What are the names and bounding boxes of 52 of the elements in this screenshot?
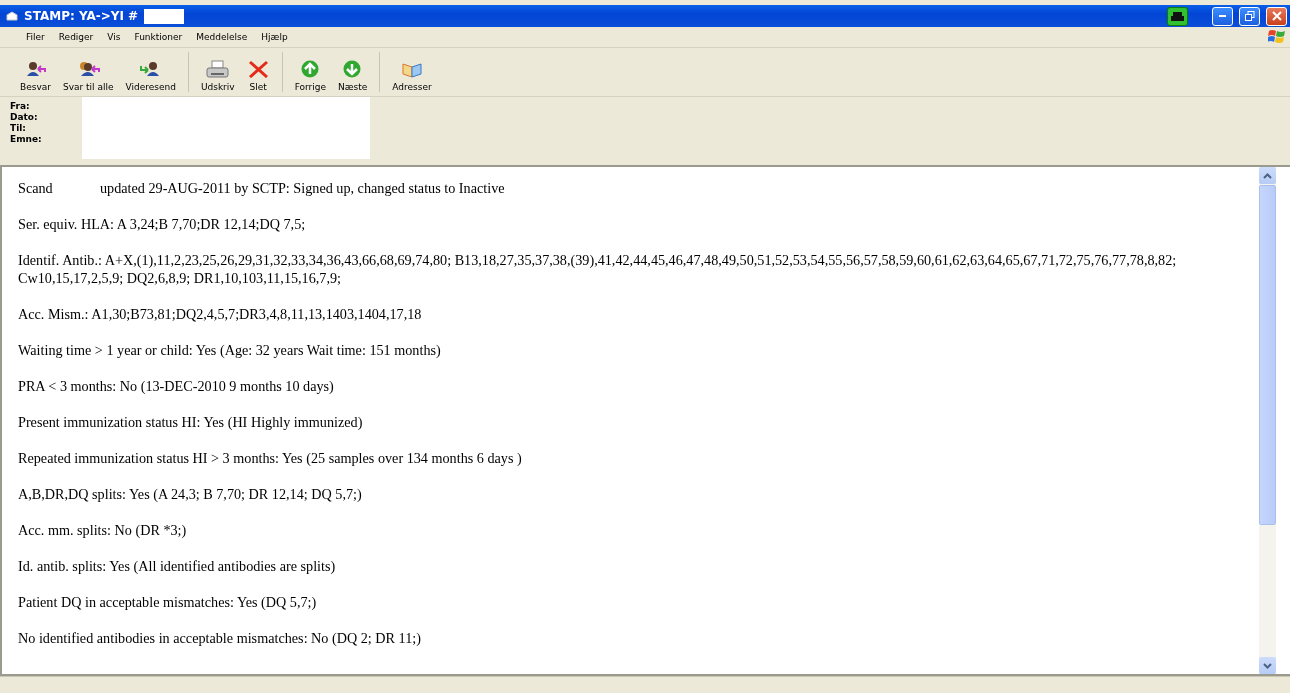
toolbar-button[interactable]: Forrige [288,48,332,96]
field-label: Emne: [10,134,43,145]
message-text: Id. antib. splits: Yes (All identified antibodies are splits) [18,558,336,574]
envelope-icon [6,11,18,21]
windows-flag-icon [1268,29,1286,45]
menu-item[interactable]: Vis [101,30,127,44]
message-text: Acc. mm. splits: No (DR *3;) [18,522,187,538]
toolbar-button[interactable]: Næste [332,48,374,96]
toolbar-button[interactable]: Slet [240,48,276,96]
message-text: Patient DQ in acceptable mismatches: Yes (DQ 5,7;) [18,594,317,610]
toolbar-button[interactable]: Svar til alle [56,48,120,96]
message-text: updated 29-AUG-2011 by SCTP: Signed up, changed status to Inactive [100,180,505,196]
toolbar-button[interactable]: Udskriv [194,48,241,96]
printer-button[interactable] [1167,6,1188,26]
message-text: Identif. Antib.: A+X,(1),11,2,23,25,26,29,31,32,33,34,36,43,66,68,69,74,80; B13,18,27,35,37,38,(39),41,42,44,45,46,47,48,49,50,51,52,53,54,55,56,57,58,59,60,61,62,63,64,65,67,71,72,75,76,77,78,8,82; Cw10,15,17,2,5,9; DQ2,6,8,9; DR1,10,103,11,15,16,7,9; [18,252,1177,286]
close-icon [1271,11,1282,21]
field-label: Til: [10,123,27,134]
scroll-up-button[interactable] [1259,167,1276,184]
toolbar-button[interactable]: Adresser [386,48,438,96]
message-text: Ser. equiv. HLA: A 3,24;B 7,70;DR 12,14;DQ 7,5; [18,216,306,232]
message-text: Repeated immunization status HI > 3 months: Yes (25 samples over 134 months 6 days ) [18,450,522,466]
minimize-icon [1219,15,1226,17]
message-text: Acc. Mism.: A1,30;B73,81;DQ2,4,5,7;DR3,4,8,11,13,1403,1404,17,18 [18,306,422,322]
close-button[interactable] [1266,6,1287,26]
printer-icon [1171,10,1184,22]
message-label: Scand [18,179,54,197]
scroll-thumb[interactable] [1259,185,1276,525]
message-text: PRA < 3 months: No (13-DEC-2010 9 months 10 days) [18,378,334,394]
menu-item[interactable]: Hjælp [255,30,294,44]
message-text: No identified antibodies in acceptable mismatches: No (DQ 2; DR 11;) [18,630,421,646]
menu-item[interactable]: Meddelelse [190,30,254,44]
chevron-down-icon [1263,662,1272,669]
menu-item[interactable]: Funktioner [128,30,189,44]
field-label: Fra: [10,101,31,112]
field-label: Dato: [10,112,39,123]
message-text: Present immunization status HI: Yes (HI Highly immunized) [18,414,363,430]
message-text: Waiting time > 1 year or child: Yes (Age: 32 years Wait time: 151 months) [18,342,441,358]
menu-item[interactable]: Rediger [52,30,100,44]
cross-icon [246,60,270,78]
printer-icon [206,60,230,78]
window-title: STAMP: YA->YI # [24,9,139,23]
message-text: A,B,DR,DQ splits: Yes (A 24,3; B 7,70; DR 12,14; DQ 5,7;) [18,486,362,502]
minimize-button[interactable] [1212,6,1233,26]
restore-icon [1244,11,1255,21]
toolbar-button[interactable]: Besvar [14,48,57,96]
toolbar-button[interactable]: Videresend [119,48,182,96]
scroll-down-button[interactable] [1259,657,1276,674]
chevron-up-icon [1263,172,1272,179]
redaction-box [144,8,185,24]
restore-button[interactable] [1239,6,1260,26]
menu-item[interactable]: Filer [20,30,51,44]
book-icon [400,60,424,78]
